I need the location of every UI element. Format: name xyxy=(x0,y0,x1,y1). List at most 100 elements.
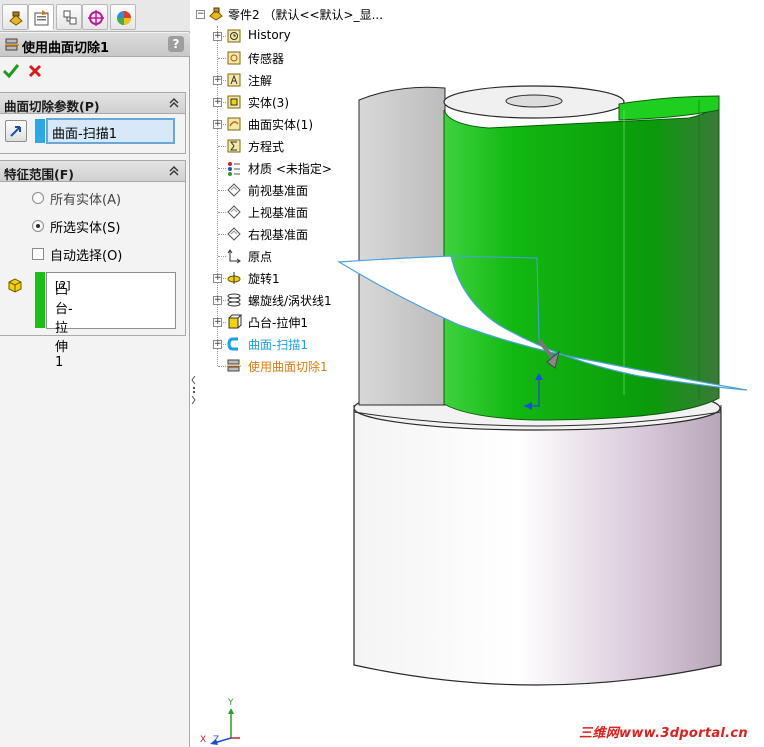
triad-axes xyxy=(210,708,240,745)
tree-connector xyxy=(218,234,226,235)
view-triad: Y X Z xyxy=(200,698,244,746)
expand-toggle[interactable]: + xyxy=(213,340,222,349)
flip-arrow-icon xyxy=(10,126,21,137)
cap-hole xyxy=(505,94,563,108)
tree-connector xyxy=(218,58,226,59)
tree-item[interactable]: + 曲面实体(1) xyxy=(196,114,396,134)
tree-item[interactable]: 方程式 xyxy=(196,136,396,156)
display-manager-tab[interactable] xyxy=(110,4,136,30)
display-manager-icon xyxy=(117,11,131,25)
tree-item-label: 右视基准面 xyxy=(248,228,309,242)
configuration-icon xyxy=(63,10,77,25)
tree-item-label: 原点 xyxy=(248,250,273,264)
tree-item-label: 凸台-拉伸1 xyxy=(248,316,308,330)
tree-item[interactable]: 传感器 xyxy=(196,48,396,68)
tree-connector xyxy=(218,168,226,169)
tree-item[interactable]: + 曲面-扫描1 xyxy=(196,334,396,354)
tree-item-label: 材质 <未指定> xyxy=(248,162,332,176)
tree-item[interactable]: 上视基准面 xyxy=(196,202,396,222)
tree-connector xyxy=(218,366,226,367)
property-manager-icon xyxy=(34,10,49,26)
revolve-icon xyxy=(227,272,241,284)
auto-select-checkbox[interactable] xyxy=(32,248,44,260)
plane-icon xyxy=(227,183,241,197)
tree-connector xyxy=(218,146,226,147)
expand-toggle[interactable]: + xyxy=(213,76,222,85)
selected-body-name: 凸台-拉伸1 xyxy=(55,283,73,370)
chevron-up-icon[interactable] xyxy=(168,97,180,109)
surface-cut-params-group-header[interactable]: 曲面切除参数(P) xyxy=(0,92,186,114)
tree-item-label: 上视基准面 xyxy=(248,206,309,220)
selected-surface-label: 曲面-扫描1 xyxy=(52,127,117,142)
flip-direction-button[interactable] xyxy=(5,120,27,142)
tree-item[interactable]: 前视基准面 xyxy=(196,180,396,200)
check-icon[interactable] xyxy=(2,62,20,80)
expand-toggle[interactable]: + xyxy=(213,32,222,41)
tree-item[interactable]: 右视基准面 xyxy=(196,224,396,244)
auto-select-label: 自动选择(O) xyxy=(50,249,123,264)
feature-manager-icon xyxy=(9,11,23,26)
expand-toggle[interactable]: + xyxy=(213,274,222,283)
helix-icon xyxy=(227,293,241,307)
sweep-surface-icon xyxy=(227,337,238,351)
tree-item-label: 使用曲面切除1 xyxy=(248,360,328,374)
triad-x-label: X xyxy=(200,735,207,745)
extrude-icon xyxy=(228,314,242,329)
tree-item[interactable]: 材质 <未指定> xyxy=(196,158,396,178)
expand-toggle[interactable]: + xyxy=(213,98,222,107)
selected-body-green xyxy=(443,97,720,421)
tree-item[interactable]: + History xyxy=(196,26,396,46)
property-manager-title: 使用曲面切除1 xyxy=(22,41,110,56)
property-manager-panel: 使用曲面切除1 ? 曲面切除参数(P) 曲面-扫描1 特征范围(F) 所有实体(… xyxy=(0,0,190,747)
tree-item[interactable]: 原点 xyxy=(196,246,396,266)
body-color-strip xyxy=(35,272,45,328)
feature-scope-group: 所有实体(A) 所选实体(S) 自动选择(O) 凸台-拉伸1 [2] xyxy=(0,182,186,370)
expand-toggle[interactable]: + xyxy=(213,318,222,327)
group-title: 曲面切除参数(P) xyxy=(4,99,100,114)
bodies-selection-box[interactable]: 凸台-拉伸1 [2] xyxy=(46,272,176,370)
feature-manager-tab[interactable] xyxy=(2,4,28,30)
feature-scope-group-header[interactable]: 特征范围(F) xyxy=(0,160,186,182)
selected-bodies-radio[interactable] xyxy=(32,220,44,232)
plane-icon xyxy=(227,205,241,219)
chevron-up-icon[interactable] xyxy=(168,165,180,177)
solid-bodies-icon xyxy=(227,95,241,109)
tree-item-label: 曲面实体(1) xyxy=(248,118,313,132)
history-icon xyxy=(227,29,241,43)
configuration-manager-tab[interactable] xyxy=(56,4,82,30)
tree-item[interactable]: + 凸台-拉伸1 xyxy=(196,312,396,332)
dimxpert-manager-tab[interactable] xyxy=(82,4,108,30)
property-manager-tab[interactable] xyxy=(28,4,54,30)
surface-cut-icon xyxy=(227,359,241,372)
surface-cut-icon xyxy=(5,38,19,51)
expand-toggle[interactable]: + xyxy=(213,296,222,305)
equation-icon xyxy=(227,139,241,153)
tree-item[interactable]: + 螺旋线/涡状线1 xyxy=(196,290,396,310)
x-icon[interactable] xyxy=(27,63,43,79)
tree-item-label: History xyxy=(248,28,291,42)
origin-icon xyxy=(227,249,241,264)
sensor-icon xyxy=(227,51,241,65)
selected-bodies-label: 所选实体(S) xyxy=(50,221,121,236)
help-button[interactable]: ? xyxy=(168,36,184,52)
expand-toggle[interactable]: + xyxy=(213,120,222,129)
tree-item[interactable]: + 注解 xyxy=(196,70,396,90)
dimxpert-icon xyxy=(88,10,104,26)
triad-y-label: Y xyxy=(228,698,234,708)
tree-item[interactable]: + 实体(3) xyxy=(196,92,396,112)
tree-item-label: 曲面-扫描1 xyxy=(248,338,308,352)
surface-selection-box[interactable]: 曲面-扫描1 xyxy=(46,118,175,144)
group-title: 特征范围(F) xyxy=(4,167,74,182)
watermark: 三维网www.3dportal.cn xyxy=(579,726,748,741)
tree-item-label: 旋转1 xyxy=(248,272,280,286)
base-cylinder-side xyxy=(353,409,722,686)
selection-color-strip xyxy=(35,119,45,143)
all-bodies-label: 所有实体(A) xyxy=(50,193,122,208)
material-icon xyxy=(228,162,240,176)
all-bodies-radio[interactable] xyxy=(32,192,44,204)
tree-connector xyxy=(218,212,226,213)
selected-body-count: [2] xyxy=(55,279,71,292)
tree-item-label: 注解 xyxy=(248,74,273,88)
tree-item[interactable]: 使用曲面切除1 xyxy=(196,356,396,376)
tree-item[interactable]: + 旋转1 xyxy=(196,268,396,288)
